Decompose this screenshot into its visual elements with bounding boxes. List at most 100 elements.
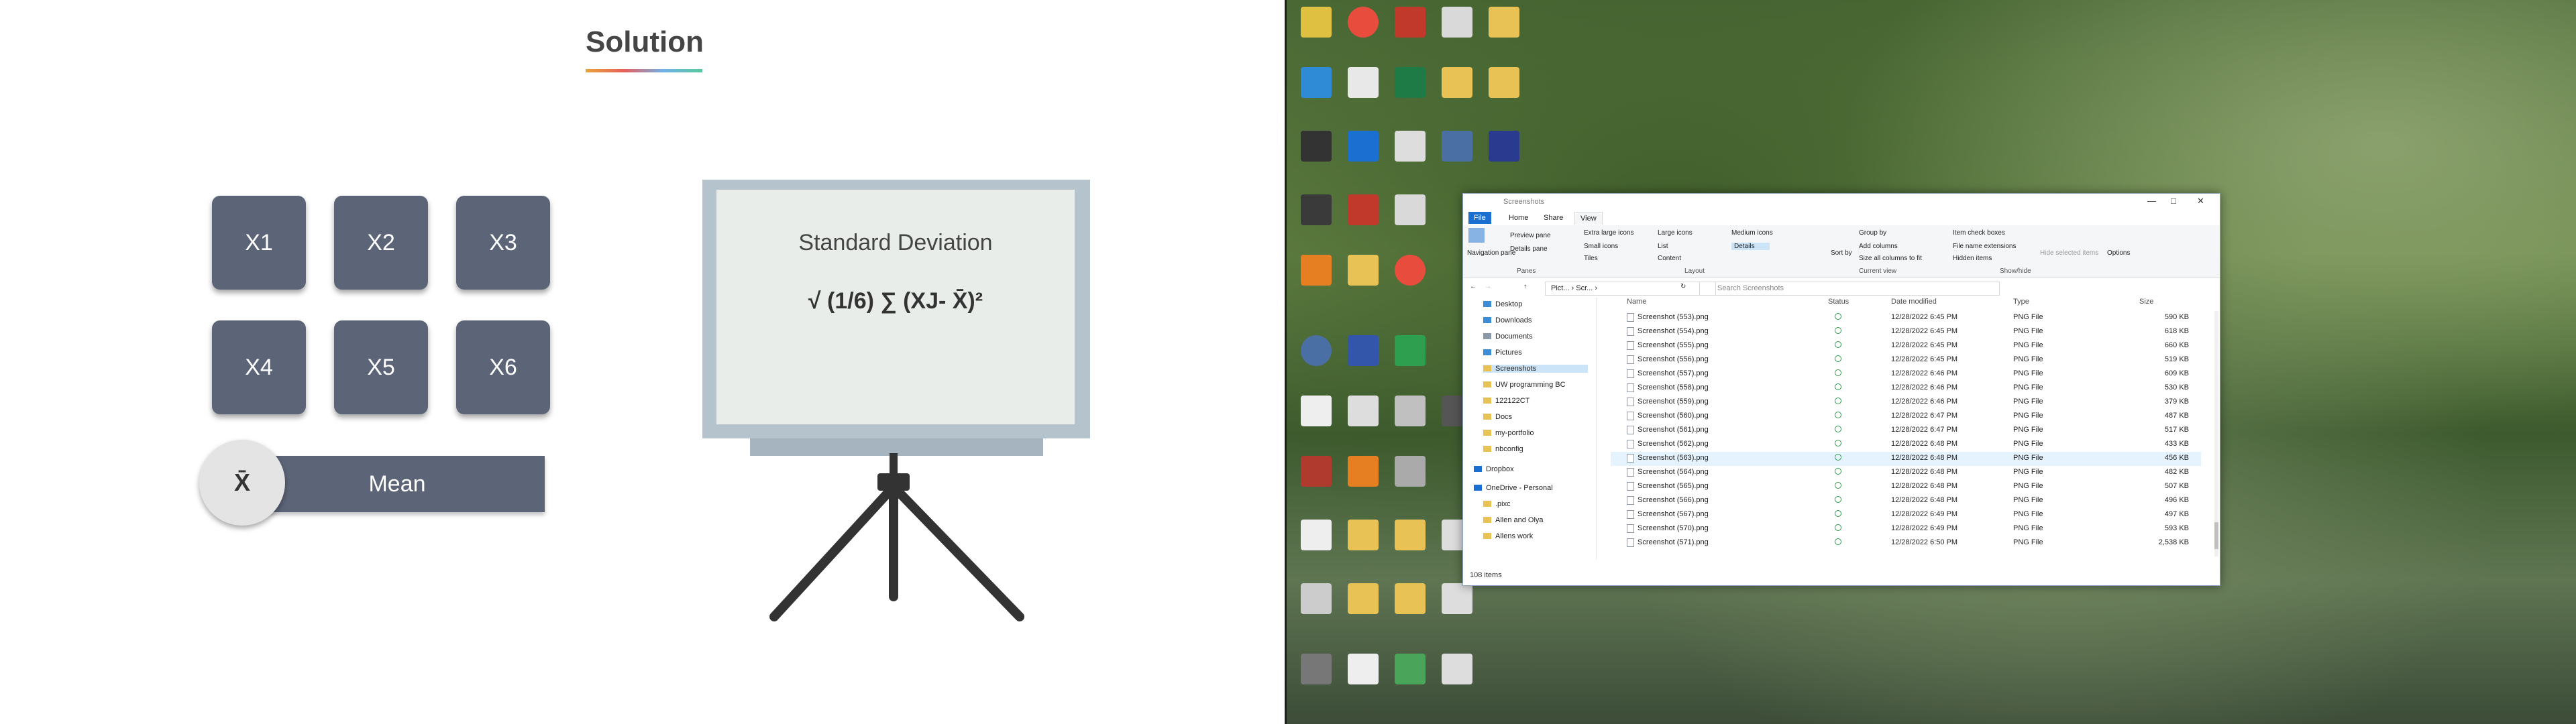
desktop-icon[interactable] bbox=[1340, 654, 1386, 686]
details-pane-button[interactable]: Details pane bbox=[1510, 245, 1548, 253]
nav-item-screenshots[interactable]: Screenshots bbox=[1483, 365, 1588, 373]
mean-symbol-circle[interactable]: X̄ bbox=[199, 440, 285, 526]
desktop-icon[interactable] bbox=[1434, 131, 1480, 164]
desktop-icon[interactable] bbox=[1293, 335, 1339, 368]
tab-file[interactable]: File bbox=[1468, 212, 1491, 224]
group-by-button[interactable]: Group by bbox=[1859, 229, 1886, 237]
desktop-icon[interactable] bbox=[1387, 456, 1433, 489]
tab-view[interactable]: View bbox=[1574, 212, 1603, 225]
desktop-icon[interactable] bbox=[1387, 131, 1433, 164]
desktop-icon[interactable] bbox=[1387, 67, 1433, 100]
desktop-icon[interactable] bbox=[1293, 520, 1339, 552]
address-bar[interactable]: Pict... › Scr... › bbox=[1545, 282, 1716, 296]
x1-button[interactable]: X1 bbox=[212, 196, 306, 290]
desktop-icon[interactable] bbox=[1340, 255, 1386, 288]
desktop-icon[interactable] bbox=[1293, 255, 1339, 288]
sort-by-button[interactable]: Sort by bbox=[1831, 249, 1852, 257]
desktop-icon[interactable] bbox=[1434, 583, 1480, 616]
desktop-icon[interactable] bbox=[1340, 131, 1386, 164]
column-header-date-modified[interactable]: Date modified bbox=[1891, 298, 1937, 306]
desktop-icon[interactable] bbox=[1293, 583, 1339, 616]
hidden-items-toggle[interactable]: Hidden items bbox=[1953, 255, 1992, 262]
table-row[interactable]: Screenshot (563).png 12/28/2022 6:48 PM PN… bbox=[1611, 452, 2201, 466]
scrollbar-thumb[interactable] bbox=[2214, 522, 2218, 549]
desktop-icon[interactable] bbox=[1434, 7, 1480, 40]
table-row[interactable]: Screenshot (559).png 12/28/2022 6:46 PM PN… bbox=[1611, 396, 2201, 410]
nav-item-allens-work[interactable]: Allens work bbox=[1483, 532, 1533, 540]
up-arrow-icon[interactable]: ↑ bbox=[1523, 283, 1527, 290]
table-row[interactable]: Screenshot (556).png 12/28/2022 6:45 PM PN… bbox=[1611, 353, 2201, 367]
nav-item-uw-programming[interactable]: UW programming BC bbox=[1483, 381, 1566, 389]
table-row[interactable]: Screenshot (558).png 12/28/2022 6:46 PM PN… bbox=[1611, 381, 2201, 396]
tab-home[interactable]: Home bbox=[1503, 212, 1534, 224]
refresh-icon[interactable]: ↻ bbox=[1680, 283, 1686, 290]
desktop-icon[interactable] bbox=[1387, 583, 1433, 616]
desktop-icon[interactable] bbox=[1387, 194, 1433, 227]
x4-button[interactable]: X4 bbox=[212, 320, 306, 414]
nav-item-allen-and-olya[interactable]: Allen and Olya bbox=[1483, 516, 1544, 524]
add-columns-button[interactable]: Add columns bbox=[1859, 243, 1898, 250]
desktop-icon[interactable] bbox=[1387, 255, 1433, 288]
table-row[interactable]: Screenshot (570).png 12/28/2022 6:49 PM PN… bbox=[1611, 522, 2201, 536]
desktop-icon[interactable] bbox=[1293, 396, 1339, 428]
desktop-icon[interactable] bbox=[1387, 520, 1433, 552]
x3-button[interactable]: X3 bbox=[456, 196, 550, 290]
title-bar[interactable]: Screenshots — □ ✕ bbox=[1463, 194, 2220, 210]
nav-item-my-portfolio[interactable]: my-portfolio bbox=[1483, 429, 1534, 437]
desktop-icon[interactable] bbox=[1481, 131, 1527, 164]
table-row[interactable]: Screenshot (557).png 12/28/2022 6:46 PM PN… bbox=[1611, 367, 2201, 381]
tab-share[interactable]: Share bbox=[1538, 212, 1568, 224]
maximize-icon[interactable]: □ bbox=[2171, 196, 2176, 206]
minimize-icon[interactable]: — bbox=[2147, 196, 2156, 206]
desktop-icon[interactable] bbox=[1340, 396, 1386, 428]
desktop-icon[interactable] bbox=[1340, 335, 1386, 368]
nav-item-pictures[interactable]: Pictures bbox=[1483, 349, 1522, 357]
layout-small-icons[interactable]: Small icons bbox=[1584, 243, 1618, 250]
desktop-icon[interactable] bbox=[1481, 67, 1527, 100]
table-row[interactable]: Screenshot (560).png 12/28/2022 6:47 PM PN… bbox=[1611, 410, 2201, 424]
desktop-icon[interactable] bbox=[1434, 67, 1480, 100]
desktop-icon[interactable] bbox=[1340, 456, 1386, 489]
size-all-columns-button[interactable]: Size all columns to fit bbox=[1859, 255, 1922, 262]
item-check-boxes-toggle[interactable]: Item check boxes bbox=[1953, 229, 2005, 237]
hide-selected-items-button[interactable]: Hide selected items bbox=[2040, 249, 2098, 257]
desktop-icon[interactable] bbox=[1293, 456, 1339, 489]
desktop-icon[interactable] bbox=[1434, 654, 1480, 686]
column-header-status[interactable]: Status bbox=[1828, 298, 1849, 306]
column-header-size[interactable]: Size bbox=[2139, 298, 2153, 306]
desktop-icon[interactable] bbox=[1340, 194, 1386, 227]
desktop-icon[interactable] bbox=[1293, 67, 1339, 100]
layout-list[interactable]: List bbox=[1658, 243, 1668, 250]
layout-tiles[interactable]: Tiles bbox=[1584, 255, 1598, 262]
layout-details[interactable]: Details bbox=[1731, 243, 1770, 250]
table-row[interactable]: Screenshot (566).png 12/28/2022 6:48 PM PN… bbox=[1611, 494, 2201, 508]
table-row[interactable]: Screenshot (565).png 12/28/2022 6:48 PM PN… bbox=[1611, 480, 2201, 494]
table-row[interactable]: Screenshot (562).png 12/28/2022 6:48 PM PN… bbox=[1611, 438, 2201, 452]
desktop-icon[interactable] bbox=[1340, 520, 1386, 552]
desktop-icon[interactable] bbox=[1387, 335, 1433, 368]
table-row[interactable]: Screenshot (553).png 12/28/2022 6:45 PM PN… bbox=[1611, 311, 2201, 325]
nav-item-pixc[interactable]: .pixc bbox=[1483, 500, 1511, 508]
nav-item-onedrive[interactable]: OneDrive - Personal bbox=[1474, 484, 1553, 492]
x2-button[interactable]: X2 bbox=[334, 196, 428, 290]
desktop-icon[interactable] bbox=[1293, 7, 1339, 40]
nav-item-documents[interactable]: Documents bbox=[1483, 333, 1533, 341]
desktop-icon[interactable] bbox=[1340, 583, 1386, 616]
x6-button[interactable]: X6 bbox=[456, 320, 550, 414]
desktop-icon[interactable] bbox=[1387, 7, 1433, 40]
vertical-scrollbar[interactable] bbox=[2214, 311, 2218, 556]
layout-medium-icons[interactable]: Medium icons bbox=[1731, 229, 1773, 237]
mean-bar[interactable]: Mean bbox=[250, 456, 545, 512]
desktop-icon[interactable] bbox=[1293, 194, 1339, 227]
x5-button[interactable]: X5 bbox=[334, 320, 428, 414]
column-header-type[interactable]: Type bbox=[2013, 298, 2029, 306]
nav-item-nbconfig[interactable]: nbconfig bbox=[1483, 445, 1523, 453]
table-row[interactable]: Screenshot (571).png 12/28/2022 6:50 PM PN… bbox=[1611, 536, 2201, 550]
close-icon[interactable]: ✕ bbox=[2197, 196, 2204, 206]
desktop-icon[interactable] bbox=[1340, 7, 1386, 40]
table-row[interactable]: Screenshot (561).png 12/28/2022 6:47 PM PN… bbox=[1611, 424, 2201, 438]
nav-item-122122ct[interactable]: 122122CT bbox=[1483, 397, 1529, 405]
column-header-name[interactable]: Name bbox=[1627, 298, 1646, 306]
desktop-icon[interactable] bbox=[1387, 396, 1433, 428]
layout-large-icons[interactable]: Large icons bbox=[1658, 229, 1693, 237]
